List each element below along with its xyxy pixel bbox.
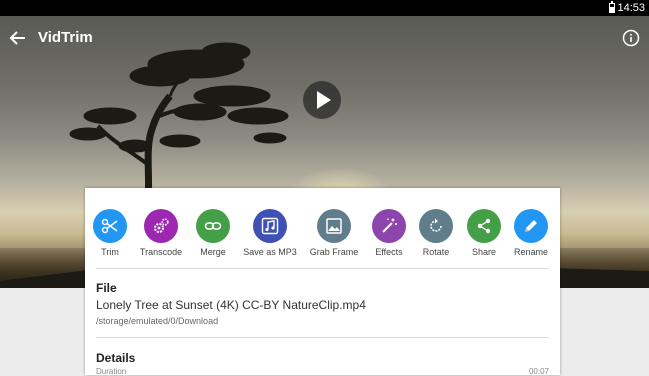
transcode-circle (144, 209, 178, 243)
app-bar: VidTrim (0, 16, 649, 60)
file-actions-panel: Trim Transcode Merge Save as MP3 Grab Fr… (85, 188, 560, 376)
merge-circle (196, 209, 230, 243)
trim-button[interactable]: Trim (82, 209, 138, 257)
file-path: /storage/emulated/0/Download (96, 316, 219, 326)
grab-frame-button[interactable]: Grab Frame (306, 209, 362, 257)
back-arrow-icon[interactable] (8, 28, 28, 48)
share-icon (477, 218, 491, 234)
trim-label: Trim (101, 247, 119, 257)
magic-wand-icon (382, 218, 397, 233)
image-icon (326, 218, 342, 234)
file-name: Lonely Tree at Sunset (4K) CC-BY NatureC… (96, 298, 366, 312)
link-icon (204, 222, 222, 230)
battery-icon (609, 1, 615, 13)
trim-circle (93, 209, 127, 243)
rename-label: Rename (513, 247, 549, 257)
info-icon[interactable] (622, 29, 640, 47)
save-as-mp3-circle (253, 209, 287, 243)
save-as-mp3-button[interactable]: Save as MP3 (242, 209, 298, 257)
grab-frame-circle (317, 209, 351, 243)
rotate-icon (430, 218, 442, 232)
divider (96, 337, 549, 338)
music-icon (261, 217, 279, 235)
merge-button[interactable]: Merge (185, 209, 241, 257)
share-circle (467, 209, 501, 243)
grab-frame-label: Grab Frame (309, 247, 359, 257)
app-title: VidTrim (38, 29, 93, 46)
transcode-button[interactable]: Transcode (133, 209, 189, 257)
status-bar: 14:53 (0, 0, 649, 16)
scissors-icon (101, 218, 118, 234)
details-section-title: Details (96, 351, 136, 365)
pencil-icon (525, 220, 537, 232)
play-button[interactable] (303, 81, 341, 119)
play-icon (317, 91, 331, 109)
status-time: 14:53 (617, 2, 645, 14)
action-row: Trim Transcode Merge Save as MP3 Grab Fr… (85, 188, 560, 268)
file-section-title: File (96, 281, 117, 295)
effects-circle (372, 209, 406, 243)
transcode-label: Transcode (139, 247, 183, 257)
rename-button[interactable]: Rename (503, 209, 559, 257)
divider (96, 268, 549, 269)
gears-icon (154, 218, 169, 233)
save-as-mp3-label: Save as MP3 (243, 247, 297, 257)
rotate-circle (419, 209, 453, 243)
rename-circle (514, 209, 548, 243)
merge-label: Merge (200, 247, 226, 257)
